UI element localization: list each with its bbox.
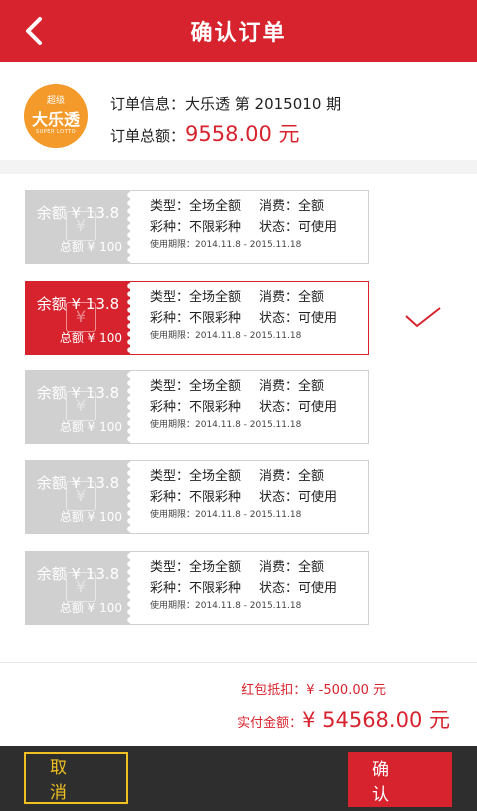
coupon-balance: 余额 ¥ 13.8 [36,565,120,583]
coupon-validity: 使用期限：2014.11.8 - 2015.11.18 [150,331,302,341]
order-total-label: 订单总额： [110,127,186,145]
coupon-total: 总额 ¥ 100 [59,420,122,434]
logo-main-text: 大乐透 [31,110,80,129]
cancel-button[interactable]: 取消 [24,752,128,804]
coupon-kind: 彩种：不限彩种 [150,581,242,596]
coupon-kind: 彩种：不限彩种 [150,220,242,235]
paid-label: 实付金额： [237,716,303,731]
coupon-balance: 余额 ¥ 13.8 [36,384,120,402]
coupon-stub: ¥ 余额 ¥ 13.8 总额 ¥ 100 [26,371,130,443]
logo-sub-text: SUPER LOTTO [35,129,77,135]
coupon-type: 类型：全场全额 [150,560,242,575]
coupon-type: 类型：全场全额 [150,469,242,484]
coupon-status: 状态：可使用 [259,490,338,505]
coupon-status: 状态：可使用 [259,220,338,235]
coupon-perforation [126,282,130,354]
coupon-balance: 余额 ¥ 13.8 [36,295,120,313]
coupon-type: 类型：全场全额 [150,379,242,394]
coupon-consume: 消费：全额 [259,560,325,575]
coupon-consume: 消费：全额 [259,379,325,394]
coupon-details: 类型：全场全额 消费：全额 彩种：不限彩种 状态：可使用 使用期限：2014.11.… [150,196,337,253]
check-icon [405,307,441,328]
coupon-consume: 消费：全额 [259,199,325,214]
order-info-label: 订单信息： [110,95,186,113]
coupon-perforation [126,371,130,443]
coupon-kind: 彩种：不限彩种 [150,400,242,415]
coupon-perforation [126,191,130,263]
coupon-stub: ¥ 余额 ¥ 13.8 总额 ¥ 100 [26,552,130,624]
coupon-card-selected[interactable]: ¥ 余额 ¥ 13.8 总额 ¥ 100 类型：全场全额 消费：全额 彩种：不限彩… [25,281,369,355]
coupon-validity: 使用期限：2014.11.8 - 2015.11.18 [150,510,302,520]
coupon-status: 状态：可使用 [259,581,338,596]
discount-value: ¥ -500.00 元 [306,683,386,698]
coupon-details: 类型：全场全额 消费：全额 彩种：不限彩种 状态：可使用 使用期限：2014.11.… [150,287,337,344]
coupon-status: 状态：可使用 [259,311,338,326]
coupon-details: 类型：全场全额 消费：全额 彩种：不限彩种 状态：可使用 使用期限：2014.11.… [150,466,337,523]
coupon-validity: 使用期限：2014.11.8 - 2015.11.18 [150,420,302,430]
order-total-line: 订单总额：9558.00 元 [110,118,300,148]
coupon-consume: 消费：全额 [259,290,325,305]
header-bar: 确认订单 [0,0,477,62]
order-info-line: 订单信息：大乐透 第 2015010 期 [110,93,341,114]
coupon-card[interactable]: ¥ 余额 ¥ 13.8 总额 ¥ 100 类型：全场全额 消费：全额 彩种：不限彩… [25,370,369,444]
coupon-card[interactable]: ¥ 余额 ¥ 13.8 总额 ¥ 100 类型：全场全额 消费：全额 彩种：不限彩… [25,460,369,534]
coupon-balance: 余额 ¥ 13.8 [36,474,120,492]
paid-amount-line: 实付金额：¥ 54568.00 元 [237,704,450,734]
coupon-stub: ¥ 余额 ¥ 13.8 总额 ¥ 100 [26,282,130,354]
coupon-total: 总额 ¥ 100 [59,601,122,615]
coupon-kind: 彩种：不限彩种 [150,311,242,326]
lottery-logo: 超级 大乐透 SUPER LOTTO [24,84,88,148]
discount-label: 红包抵扣： [241,683,307,698]
order-total-value: 9558.00 元 [185,122,300,146]
discount-line: 红包抵扣：¥ -500.00 元 [241,679,386,698]
coupon-total: 总额 ¥ 100 [59,240,122,254]
order-info-value: 大乐透 第 2015010 期 [185,95,342,113]
confirm-button[interactable]: 确认 [348,752,452,807]
coupon-card[interactable]: ¥ 余额 ¥ 13.8 总额 ¥ 100 类型：全场全额 消费：全额 彩种：不限彩… [25,190,369,264]
paid-value: ¥ 54568.00 元 [302,708,450,732]
coupon-balance: 余额 ¥ 13.8 [36,204,120,222]
coupon-details: 类型：全场全额 消费：全额 彩种：不限彩种 状态：可使用 使用期限：2014.11.… [150,557,337,614]
page-title: 确认订单 [190,21,287,46]
coupon-card[interactable]: ¥ 余额 ¥ 13.8 总额 ¥ 100 类型：全场全额 消费：全额 彩种：不限彩… [25,551,369,625]
coupon-type: 类型：全场全额 [150,199,242,214]
logo-top-text: 超级 [46,96,65,106]
coupon-details: 类型：全场全额 消费：全额 彩种：不限彩种 状态：可使用 使用期限：2014.11.… [150,376,337,433]
coupon-type: 类型：全场全额 [150,290,242,305]
coupon-validity: 使用期限：2014.11.8 - 2015.11.18 [150,601,302,611]
coupon-total: 总额 ¥ 100 [59,331,122,345]
coupon-validity: 使用期限：2014.11.8 - 2015.11.18 [150,240,302,250]
coupon-total: 总额 ¥ 100 [59,510,122,524]
section-divider [0,160,477,174]
coupon-status: 状态：可使用 [259,400,338,415]
coupon-consume: 消费：全额 [259,469,325,484]
coupon-stub: ¥ 余额 ¥ 13.8 总额 ¥ 100 [26,191,130,263]
coupon-perforation [126,461,130,533]
coupon-perforation [126,552,130,624]
coupon-kind: 彩种：不限彩种 [150,490,242,505]
coupon-stub: ¥ 余额 ¥ 13.8 总额 ¥ 100 [26,461,130,533]
